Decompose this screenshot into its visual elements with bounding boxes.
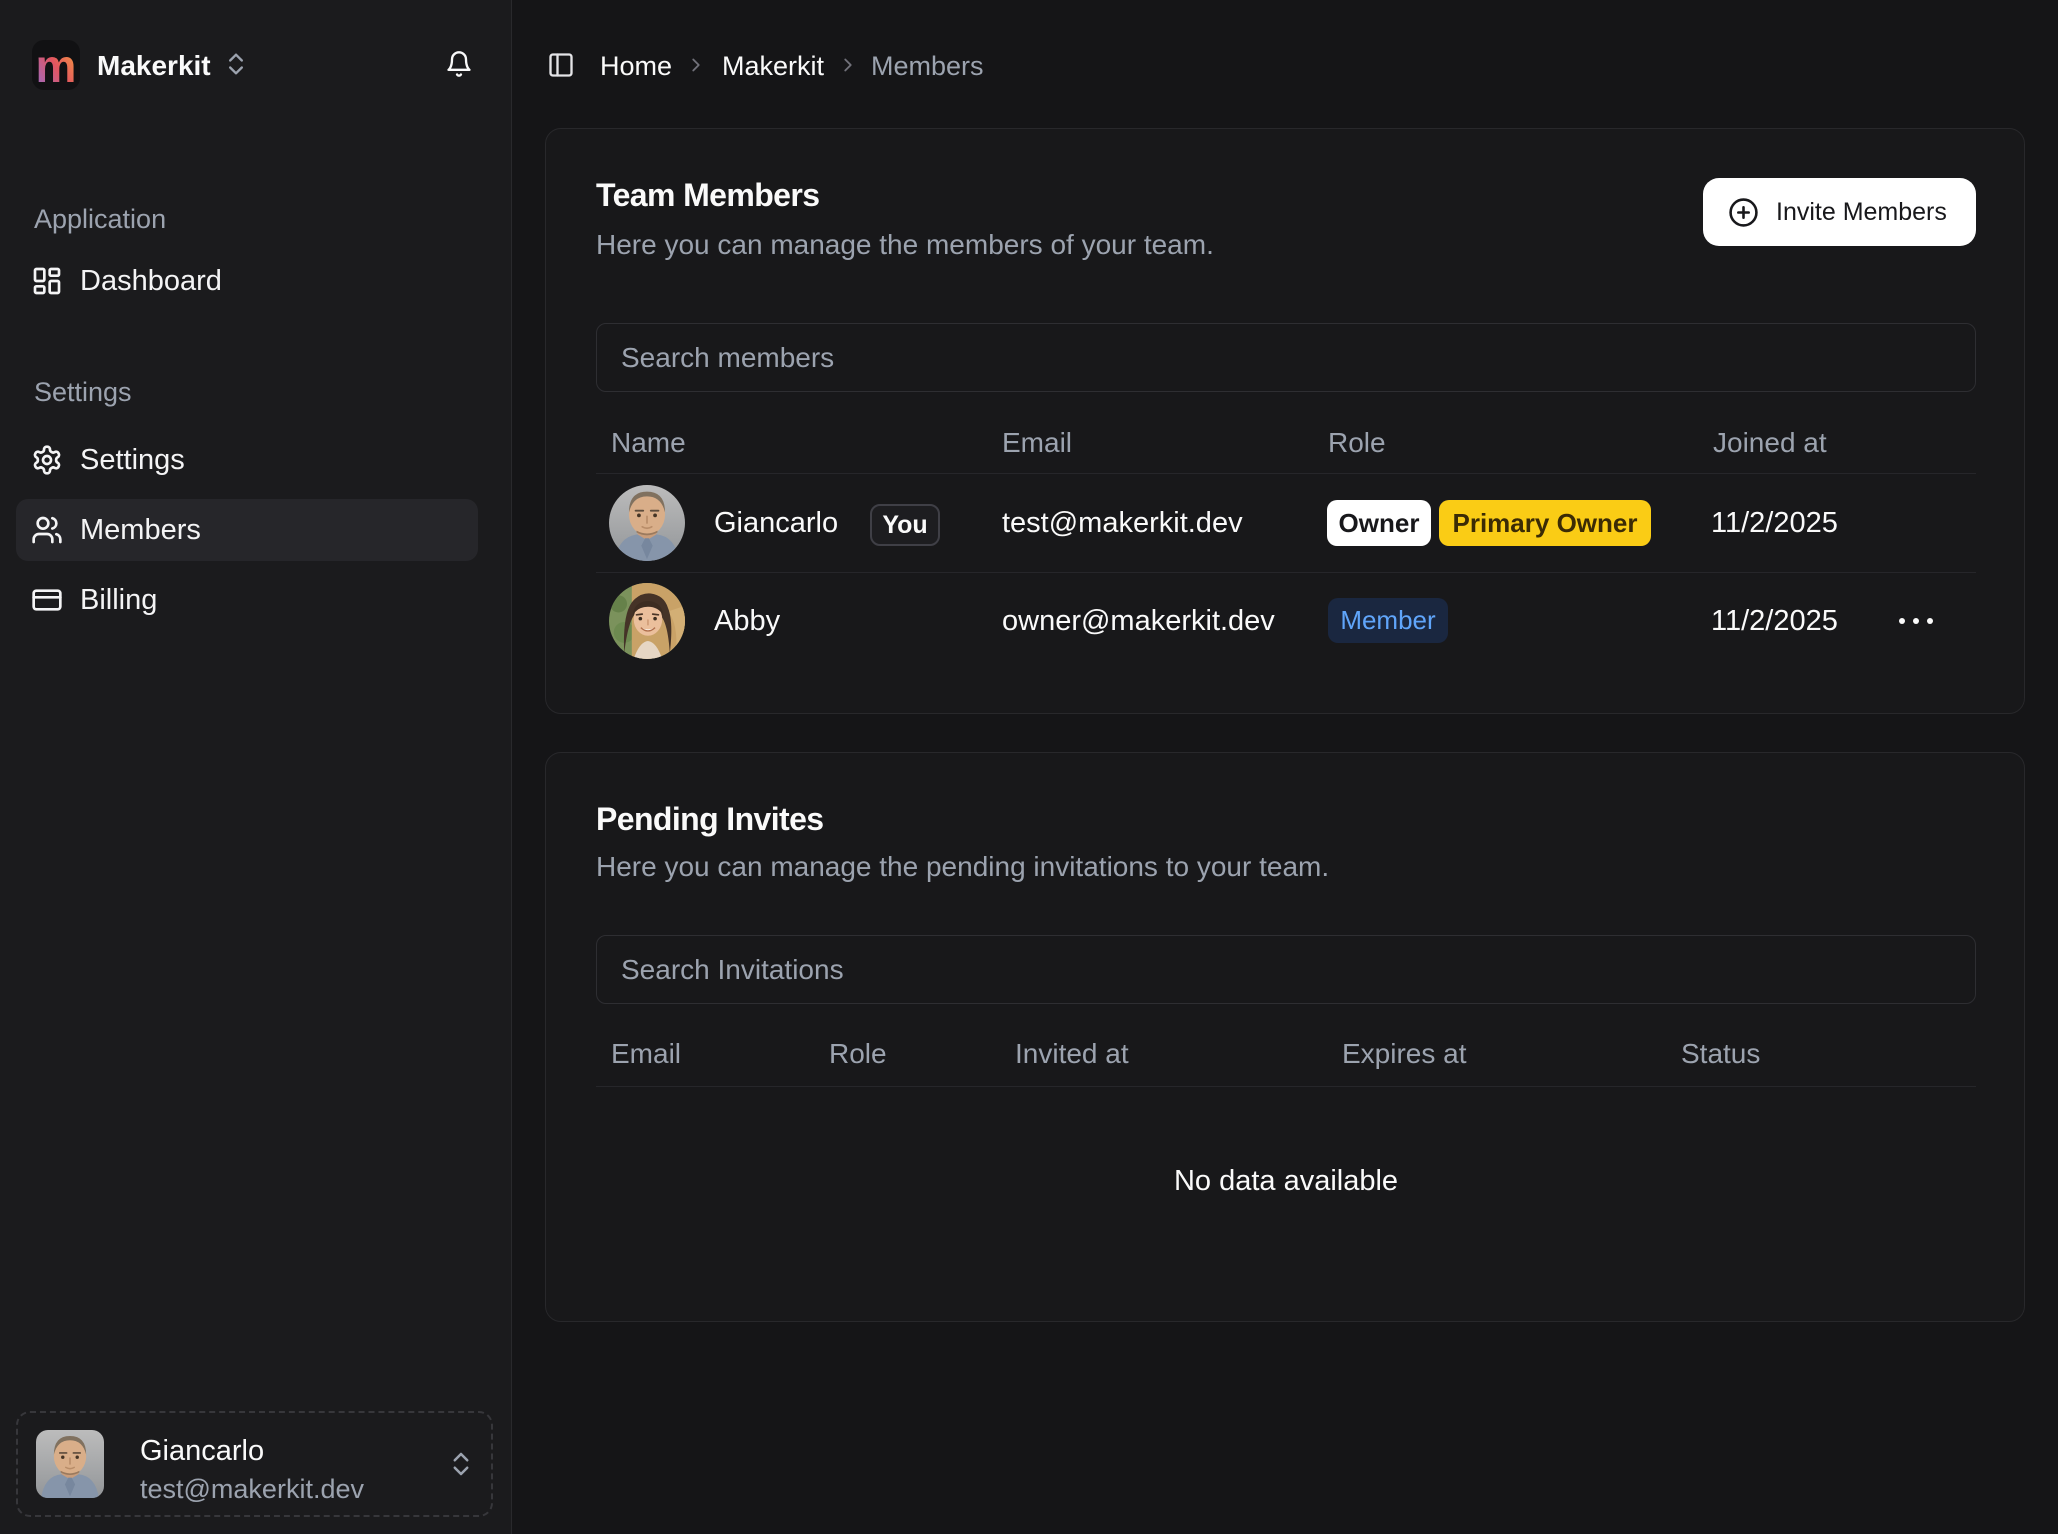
svg-text:m: m: [36, 40, 77, 90]
